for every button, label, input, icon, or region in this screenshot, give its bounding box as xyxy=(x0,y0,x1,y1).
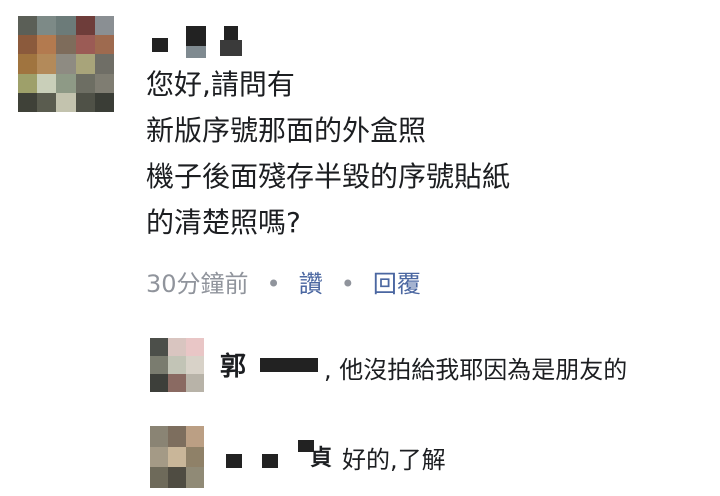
avatar-pixel xyxy=(94,16,114,36)
name-mosaic-block xyxy=(260,358,278,372)
avatar-pixel xyxy=(150,467,168,488)
avatar-pixel xyxy=(168,426,186,447)
avatar-pixel xyxy=(94,73,114,93)
like-link[interactable]: 讚 xyxy=(299,270,323,298)
avatar-pixel xyxy=(186,374,204,392)
name-mosaic-block xyxy=(278,358,318,372)
avatar-pixel xyxy=(56,16,76,36)
reply-text: 好的,了解 xyxy=(342,446,446,474)
comment-timestamp[interactable]: 30分鐘前 xyxy=(146,270,249,298)
avatar-pixel xyxy=(75,92,95,112)
avatar-pixel xyxy=(56,35,76,55)
avatar-pixel xyxy=(150,356,168,374)
avatar-pixel xyxy=(150,426,168,447)
comment-line-1: 您好,請問有 xyxy=(146,68,295,101)
reply-avatar[interactable] xyxy=(150,426,204,488)
comment-meta-row: 30分鐘前 • 讚 • 回覆 xyxy=(146,266,421,302)
avatar-pixel xyxy=(37,35,57,55)
name-mosaic-block xyxy=(152,38,168,52)
avatar-pixel xyxy=(56,92,76,112)
reply-text: , 他沒拍給我耶因為是朋友的 xyxy=(324,356,628,384)
reply-avatar[interactable] xyxy=(150,338,204,392)
name-mosaic-block xyxy=(186,26,206,46)
avatar-pixel xyxy=(37,16,57,36)
comment-line-4: 的清楚照嗎? xyxy=(146,206,301,239)
avatar-pixel xyxy=(168,374,186,392)
name-mosaic-block xyxy=(224,26,238,40)
avatar-pixel xyxy=(75,73,95,93)
avatar-pixel xyxy=(18,92,38,112)
avatar-pixel xyxy=(94,35,114,55)
avatar-pixel xyxy=(75,16,95,36)
avatar-pixel xyxy=(168,446,186,468)
name-mosaic-block xyxy=(226,454,242,468)
avatar-pixel xyxy=(186,426,204,447)
comment-line-3: 機子後面殘存半毀的序號貼紙 xyxy=(146,160,511,193)
avatar-pixel xyxy=(37,73,57,93)
avatar-pixel xyxy=(37,54,57,74)
reply-link[interactable]: 回覆 xyxy=(373,270,421,298)
avatar-pixel xyxy=(18,73,38,93)
reply-author-name[interactable]: 郭 xyxy=(220,346,246,383)
reply-item: 郭 , 他沒拍給我耶因為是朋友的 xyxy=(220,344,710,384)
avatar-pixel xyxy=(186,467,204,488)
reply-item: 貞 好的,了解 xyxy=(220,438,620,478)
avatar-pixel xyxy=(168,356,186,374)
avatar-pixel xyxy=(94,54,114,74)
avatar-pixel xyxy=(56,73,76,93)
commenter-avatar[interactable] xyxy=(18,16,114,112)
comment-line-2: 新版序號那面的外盒照 xyxy=(146,114,427,147)
meta-separator: • xyxy=(266,270,281,298)
avatar-pixel xyxy=(18,35,38,55)
avatar-pixel xyxy=(75,35,95,55)
avatar-pixel xyxy=(150,374,168,392)
avatar-pixel xyxy=(75,54,95,74)
avatar-pixel xyxy=(94,92,114,112)
avatar-pixel xyxy=(18,16,38,36)
avatar-pixel xyxy=(56,54,76,74)
avatar-pixel xyxy=(186,356,204,374)
commenter-name-censored[interactable] xyxy=(146,26,256,58)
name-mosaic-block xyxy=(186,46,206,58)
avatar-pixel xyxy=(18,54,38,74)
avatar-pixel xyxy=(150,446,168,468)
avatar-pixel xyxy=(186,446,204,468)
avatar-pixel xyxy=(150,338,168,356)
name-mosaic-block xyxy=(220,40,242,56)
avatar-pixel xyxy=(186,338,204,356)
name-mosaic-block xyxy=(262,454,278,468)
avatar-pixel xyxy=(168,338,186,356)
avatar-pixel xyxy=(37,92,57,112)
reply-author-name[interactable]: 貞 xyxy=(310,440,332,472)
meta-separator: • xyxy=(340,270,355,298)
avatar-pixel xyxy=(168,467,186,488)
